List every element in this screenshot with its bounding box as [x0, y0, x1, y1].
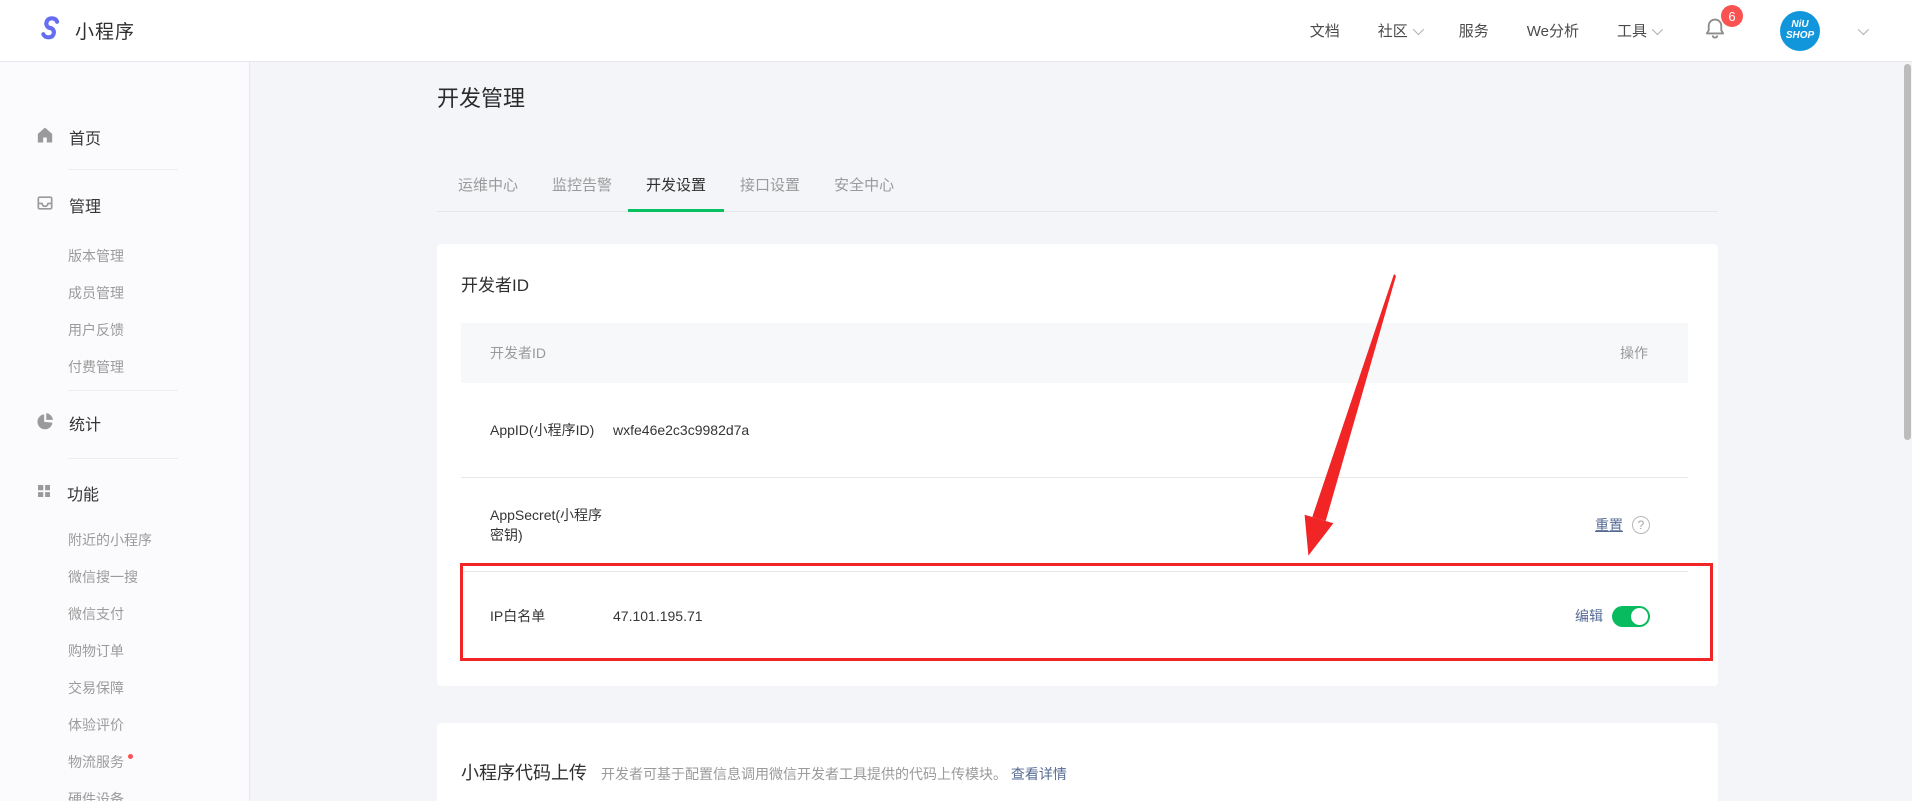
avatar[interactable]: NiU SHOP — [1780, 11, 1820, 51]
brand[interactable]: 小程序 — [35, 13, 135, 48]
sidebar-item-trade-guarantee[interactable]: 交易保障 — [68, 678, 249, 698]
nav-link-label: 服务 — [1459, 20, 1489, 41]
sidebar-item-payment-manage[interactable]: 付费管理 — [68, 357, 249, 377]
appid-label: AppID(小程序ID) — [490, 420, 613, 440]
sidebar-item-wechat-pay[interactable]: 微信支付 — [68, 604, 249, 624]
section-title-developer-id: 开发者ID — [461, 244, 1688, 298]
sidebar-item-version-manage[interactable]: 版本管理 — [68, 246, 249, 266]
code-upload-description: 开发者可基于配置信息调用微信开发者工具提供的代码上传模块。 查看详情 — [601, 764, 1067, 784]
pie-chart-icon — [35, 411, 55, 436]
nav-link-community[interactable]: 社区 — [1378, 20, 1421, 41]
sidebar-item-logistics-service[interactable]: 物流服务 — [68, 752, 249, 772]
help-icon[interactable]: ? — [1632, 516, 1650, 534]
appid-value: wxfe46e2c3c9982d7a — [613, 422, 749, 438]
section-title-code-upload: 小程序代码上传 — [461, 759, 587, 785]
bell-icon — [1702, 28, 1728, 45]
code-upload-card: 小程序代码上传 开发者可基于配置信息调用微信开发者工具提供的代码上传模块。 查看… — [437, 723, 1718, 801]
nav-link-services[interactable]: 服务 — [1459, 20, 1489, 41]
table-row-appsecret: AppSecret(小程序密钥) 重置 ? — [461, 477, 1688, 571]
nav-link-label: 文档 — [1310, 20, 1340, 41]
sidebar-item-experience-rating[interactable]: 体验评价 — [68, 715, 249, 735]
table-header-actions: 操作 — [1620, 343, 1648, 363]
nav-link-docs[interactable]: 文档 — [1310, 20, 1340, 41]
sidebar-divider — [68, 390, 178, 391]
grid-icon — [35, 482, 53, 505]
account-menu-button[interactable] — [1858, 27, 1866, 35]
tab-api-settings[interactable]: 接口设置 — [740, 176, 800, 211]
new-badge-dot — [128, 754, 133, 759]
sidebar-item-user-feedback[interactable]: 用户反馈 — [68, 320, 249, 340]
main-content: 开发管理 运维中心 监控告警 开发设置 接口设置 安全中心 开发者ID 开发者I… — [250, 62, 1912, 801]
brand-name: 小程序 — [75, 17, 135, 44]
home-icon — [35, 125, 55, 150]
sidebar-item-label: 首页 — [69, 125, 101, 149]
sidebar-item-wechat-search[interactable]: 微信搜一搜 — [68, 567, 249, 587]
miniprogram-logo-icon — [35, 13, 65, 48]
sidebar-item-stats[interactable]: 统计 — [35, 410, 249, 436]
chevron-down-icon — [1858, 23, 1869, 34]
sidebar-item-home[interactable]: 首页 — [35, 124, 249, 150]
sidebar-item-hardware-device[interactable]: 硬件设备 — [68, 789, 249, 801]
view-details-link[interactable]: 查看详情 — [1011, 766, 1067, 782]
chevron-down-icon — [1412, 23, 1423, 34]
sidebar-item-label: 管理 — [69, 193, 101, 217]
table-header: 开发者ID 操作 — [461, 323, 1688, 383]
sidebar-item-manage[interactable]: 管理 — [35, 192, 249, 218]
edit-link[interactable]: 编辑 — [1575, 606, 1603, 626]
table-header-developer-id: 开发者ID — [490, 343, 546, 363]
nav-link-label: We分析 — [1527, 20, 1579, 41]
nav-link-label: 工具 — [1617, 20, 1647, 41]
nav-link-label: 社区 — [1378, 20, 1408, 41]
chevron-down-icon — [1652, 23, 1663, 34]
inbox-icon — [35, 193, 55, 218]
sidebar-item-nearby-miniprogram[interactable]: 附近的小程序 — [68, 530, 249, 550]
vertical-scrollbar[interactable] — [1904, 64, 1911, 440]
tab-bar: 运维中心 监控告警 开发设置 接口设置 安全中心 — [437, 176, 1718, 212]
sidebar-divider — [68, 458, 178, 459]
appsecret-label: AppSecret(小程序密钥) — [490, 505, 613, 545]
table-row-appid: AppID(小程序ID) wxfe46e2c3c9982d7a — [461, 383, 1688, 477]
reset-link[interactable]: 重置 — [1595, 515, 1623, 535]
ip-whitelist-toggle[interactable] — [1612, 606, 1650, 627]
sidebar-divider — [68, 169, 178, 170]
tab-monitor-alert[interactable]: 监控告警 — [552, 176, 612, 211]
tab-ops-center[interactable]: 运维中心 — [458, 176, 518, 211]
ip-whitelist-label: IP白名单 — [490, 606, 613, 626]
developer-id-card: 开发者ID 开发者ID 操作 AppID(小程序ID) wxfe46e2c3c9… — [437, 244, 1718, 686]
avatar-text: NiU — [1791, 20, 1808, 31]
sidebar-item-member-manage[interactable]: 成员管理 — [68, 283, 249, 303]
sidebar-item-label: 功能 — [67, 481, 99, 505]
avatar-text: SHOP — [1786, 31, 1814, 42]
sidebar-item-shopping-orders[interactable]: 购物订单 — [68, 641, 249, 661]
top-navbar: 小程序 文档 社区 服务 We分析 工具 6 — [0, 0, 1912, 62]
ip-whitelist-value: 47.101.195.71 — [613, 608, 703, 624]
page-title: 开发管理 — [437, 62, 1718, 114]
nav-link-we-analytics[interactable]: We分析 — [1527, 20, 1579, 41]
sidebar-item-label: 统计 — [69, 411, 101, 435]
notification-badge: 6 — [1721, 5, 1743, 27]
sidebar-item-features[interactable]: 功能 — [35, 480, 249, 506]
notifications-button[interactable]: 6 — [1702, 15, 1728, 46]
tab-security-center[interactable]: 安全中心 — [834, 176, 894, 211]
tab-dev-settings[interactable]: 开发设置 — [646, 176, 706, 211]
nav-link-tools[interactable]: 工具 — [1617, 20, 1660, 41]
table-row-ip-whitelist: IP白名单 47.101.195.71 编辑 — [461, 571, 1688, 660]
sidebar: 首页 管理 版本管理 成员管理 用户反馈 付费管理 统计 — [0, 62, 250, 801]
toggle-knob — [1631, 608, 1648, 625]
